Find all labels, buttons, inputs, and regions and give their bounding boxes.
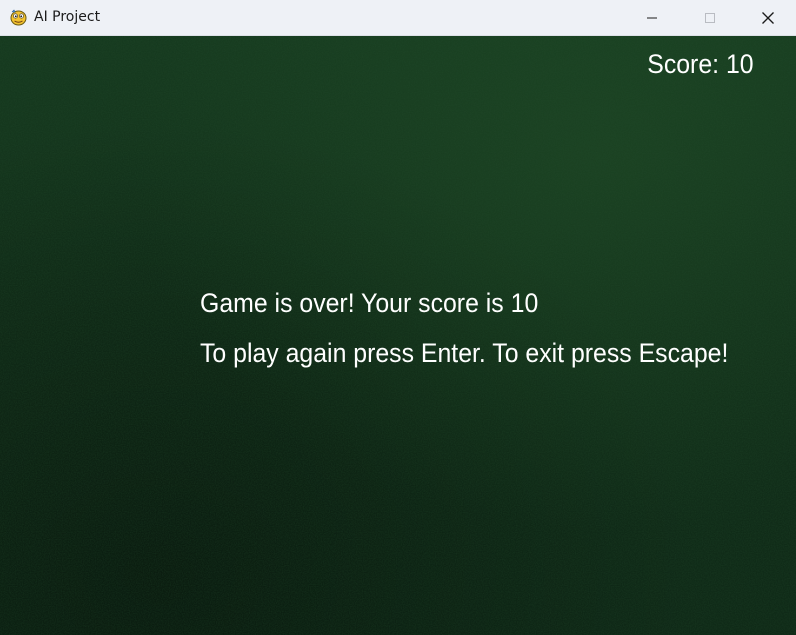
maximize-button[interactable]: [681, 0, 739, 35]
pygame-snake-icon: [10, 9, 27, 26]
maximize-icon: [705, 12, 715, 23]
close-button[interactable]: [739, 0, 796, 35]
app-window: AI Project Score: 10 Game is over! Your …: [0, 0, 796, 635]
minimize-button[interactable]: [623, 0, 681, 35]
title-bar[interactable]: AI Project: [0, 0, 796, 36]
restart-instructions: To play again press Enter. To exit press…: [200, 338, 729, 368]
minimize-icon: [647, 17, 657, 18]
background-texture: [0, 36, 796, 635]
score-display: Score: 10: [647, 49, 754, 79]
game-over-message: Game is over! Your score is 10: [200, 288, 539, 318]
close-icon: [762, 11, 774, 24]
game-canvas[interactable]: Score: 10 Game is over! Your score is 10…: [0, 36, 796, 635]
window-title: AI Project: [34, 9, 101, 25]
